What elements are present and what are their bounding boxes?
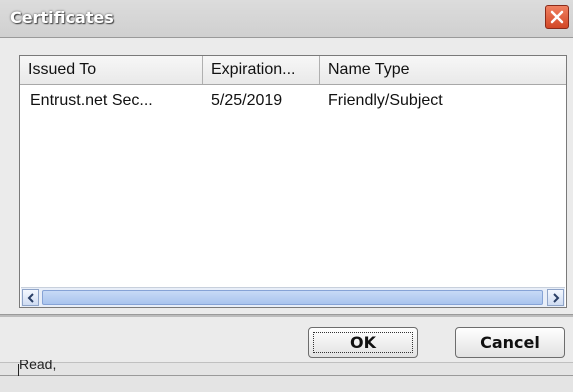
scroll-left-button[interactable]	[22, 289, 39, 306]
cell-expiration: 5/25/2019	[211, 92, 283, 109]
close-button[interactable]	[545, 5, 569, 29]
cell-name-type: Friendly/Subject	[328, 92, 443, 109]
window-title: Certificates	[10, 8, 114, 27]
certificates-list[interactable]: Issued To Expiration... Name Type Entrus…	[19, 55, 567, 308]
column-header-issued-to[interactable]: Issued To	[20, 56, 203, 84]
background-partial-label: Read,	[19, 360, 57, 372]
cell-issued-to: Entrust.net Sec...	[30, 92, 153, 109]
cancel-button[interactable]: Cancel	[455, 327, 565, 358]
list-item[interactable]: Entrust.net Sec... 5/25/2019 Friendly/Su…	[20, 84, 566, 118]
cancel-button-label: Cancel	[480, 333, 540, 352]
column-header-expiration[interactable]: Expiration...	[203, 56, 320, 84]
horizontal-scrollbar[interactable]	[21, 287, 565, 307]
chevron-right-icon	[553, 293, 560, 303]
list-header: Issued To Expiration... Name Type	[20, 56, 566, 85]
column-header-name-type[interactable]: Name Type	[320, 56, 566, 84]
ok-button[interactable]: OK	[308, 327, 418, 358]
title-bar: Certificates	[0, 0, 573, 38]
chevron-left-icon	[27, 293, 34, 303]
divider	[0, 314, 573, 317]
background-window-strip	[0, 362, 573, 392]
close-icon	[550, 10, 564, 24]
scroll-right-button[interactable]	[547, 289, 564, 306]
focus-rectangle	[313, 332, 413, 353]
background-divider	[0, 375, 573, 376]
scroll-thumb[interactable]	[42, 290, 543, 305]
